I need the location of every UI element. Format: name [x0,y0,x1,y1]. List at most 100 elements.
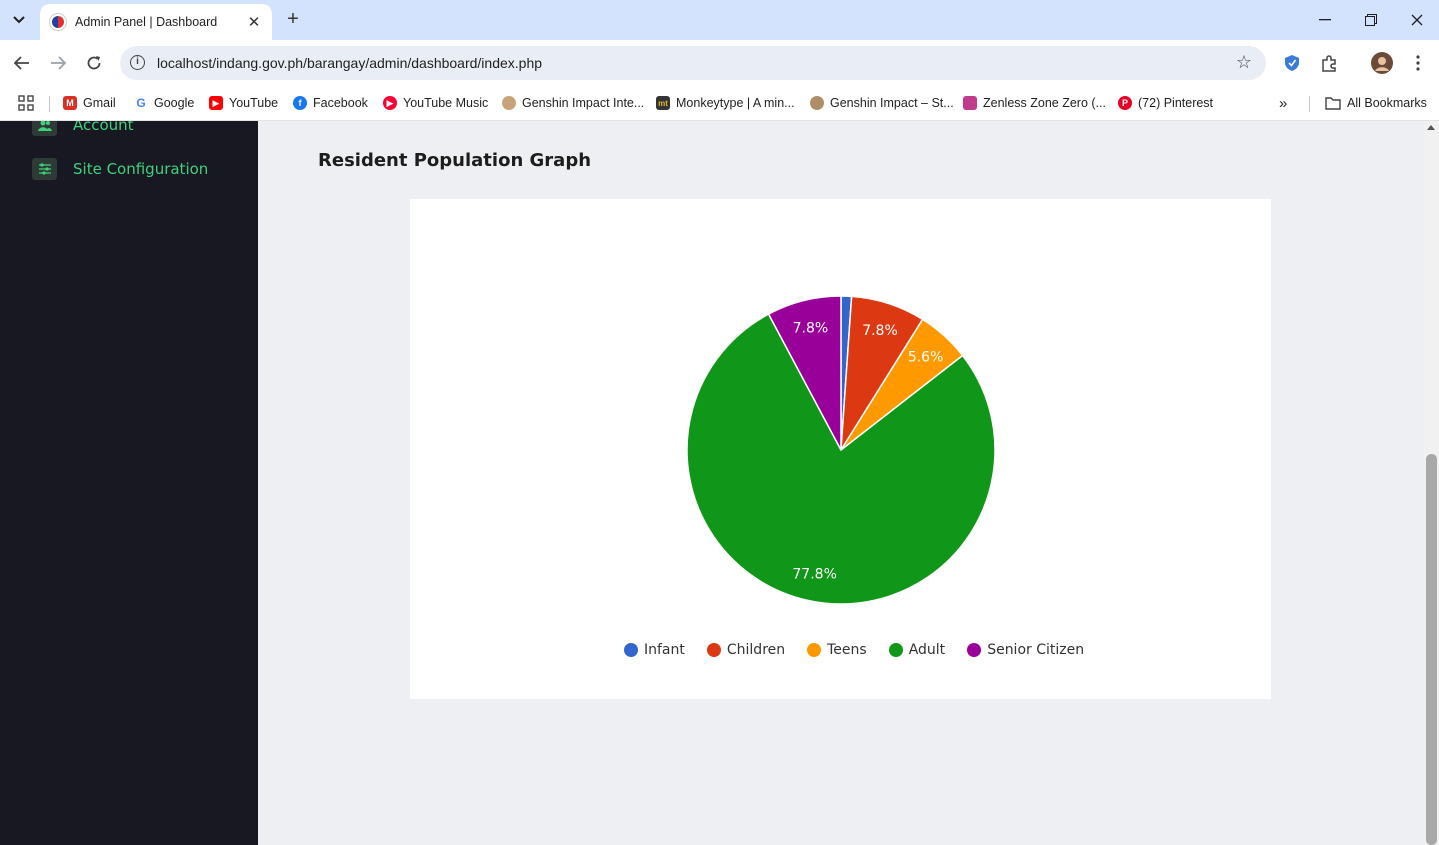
bookmark-label: Monkeytype | A min... [676,96,795,110]
pie-slice-label: 7.8% [862,323,898,339]
profile-avatar[interactable] [1371,52,1393,74]
bookmark-star-icon[interactable]: ☆ [1236,52,1252,73]
google-icon: G [134,96,148,110]
bookmark-label: Genshin Impact – St... [830,96,954,110]
active-tab[interactable]: Admin Panel | Dashboard ✕ [40,4,272,40]
users-icon [32,121,57,136]
monkeytype-icon: mt [656,96,670,110]
bookmark-genshin-2[interactable]: Genshin Impact – St... [810,94,954,112]
all-bookmarks-button[interactable]: All Bookmarks [1325,94,1427,112]
sidebar-item-label: Site Configuration [73,160,209,178]
browser-toolbar: i localhost/indang.gov.ph/barangay/admin… [0,40,1439,86]
legend-label: Children [726,642,786,658]
site-info-icon[interactable]: i [130,55,145,70]
legend-item-adult[interactable]: Adult [888,642,946,658]
legend-label: Infant [644,642,685,658]
shield-extension-icon[interactable] [1281,52,1303,74]
bookmark-google[interactable]: G Google [134,94,194,112]
legend-label: Teens [827,642,867,658]
arrow-left-icon [14,56,29,70]
genshin-icon [810,96,824,110]
bookmark-separator [1309,96,1310,112]
population-chart-card: 7.8% 5.6% 77.8% 7.8% Infant Children Teens Adu… [410,199,1271,699]
pie-chart: 7.8% 5.6% 77.8% 7.8% [686,295,996,605]
legend-item-children[interactable]: Children [706,642,786,658]
legend-label: Adult [908,642,946,658]
close-window-button[interactable] [1394,6,1439,34]
legend-marker [807,643,822,657]
bookmark-youtube[interactable]: ▶ YouTube [209,94,278,112]
bookmark-label: Google [154,96,195,110]
bookmark-label: Gmail [83,96,116,110]
bookmark-label: (72) Pinterest [1138,96,1214,110]
all-bookmarks-label: All Bookmarks [1347,96,1427,110]
bookmark-separator [49,96,50,112]
chart-legend: Infant Children Teens Adult Senior Citizen [624,642,1106,658]
pie-slice-label: 7.8% [793,320,829,336]
legend-item-senior-citizen[interactable]: Senior Citizen [967,642,1084,658]
bookmark-label: YouTube [229,96,279,110]
chevron-down-icon [13,16,25,24]
chevron-double-right-icon: » [1279,94,1288,112]
bookmark-label: Genshin Impact Inte... [522,96,645,110]
zzz-icon [963,96,977,110]
youtube-music-icon: ▶ [383,96,397,110]
back-button[interactable] [9,50,35,76]
page-viewport: Account Site Configuration Resident Popu… [0,121,1439,845]
scroll-up-arrow-icon[interactable] [1427,125,1435,130]
new-tab-button[interactable]: + [281,8,305,32]
bookmark-label: Zenless Zone Zero (... [983,96,1106,110]
folder-icon [1325,97,1341,110]
bookmark-genshin-1[interactable]: Genshin Impact Inte... [502,94,644,112]
legend-marker [967,643,982,657]
sliders-icon [32,158,57,180]
reload-button[interactable] [81,50,107,76]
minimize-button[interactable] [1302,6,1348,34]
tab-title: Admin Panel | Dashboard [75,15,218,29]
extensions-puzzle-icon[interactable] [1318,52,1340,74]
gmail-icon: M [63,96,77,110]
legend-item-infant[interactable]: Infant [624,642,685,658]
close-tab-icon[interactable]: ✕ [246,13,262,31]
youtube-icon: ▶ [209,96,223,110]
legend-marker [706,643,721,657]
page-scrollbar[interactable] [1424,121,1439,845]
bookmark-zzz[interactable]: Zenless Zone Zero (... [963,94,1106,112]
section-title: Resident Population Graph [318,150,592,171]
bookmark-monkeytype[interactable]: mt Monkeytype | A min... [656,94,795,112]
pinterest-icon: P [1118,96,1132,110]
sidebar-item-label: Account [73,121,134,134]
forward-button[interactable] [45,50,71,76]
arrow-right-icon [51,56,66,70]
facebook-icon: f [293,96,307,110]
sidebar: Account Site Configuration [0,121,258,845]
sidebar-item-site-configuration[interactable]: Site Configuration [32,156,208,182]
restore-icon [1365,14,1377,26]
scrollbar-thumb[interactable] [1426,454,1437,845]
minimize-icon [1319,19,1331,21]
address-bar[interactable]: i localhost/indang.gov.ph/barangay/admin… [120,46,1266,80]
bookmark-label: Facebook [313,96,368,110]
pie-slice-label: 77.8% [792,566,836,582]
more-bookmarks-button[interactable]: » [1279,94,1287,112]
close-icon [1411,14,1423,26]
apps-grid-icon [18,95,34,111]
sidebar-item-account[interactable]: Account [32,121,134,138]
apps-button[interactable] [18,94,34,112]
legend-item-teens[interactable]: Teens [807,642,867,658]
reload-icon [87,56,101,70]
bookmark-gmail[interactable]: M Gmail [63,94,116,112]
bookmark-pinterest[interactable]: P (72) Pinterest [1118,94,1213,112]
restore-button[interactable] [1348,6,1394,34]
site-favicon-icon [50,14,66,30]
tab-search-button[interactable] [6,7,32,33]
pie-slice-label: 5.6% [908,349,944,365]
bookmark-youtube-music[interactable]: ▶ YouTube Music [383,94,488,112]
legend-marker [624,643,638,657]
bookmark-facebook[interactable]: f Facebook [293,94,368,112]
url-text[interactable]: localhost/indang.gov.ph/barangay/admin/d… [157,55,542,71]
browser-menu-icon[interactable] [1407,52,1429,74]
genshin-icon [502,96,516,110]
tab-strip: Admin Panel | Dashboard ✕ + [0,0,1439,40]
bookmarks-bar: M Gmail G Google ▶ YouTube f Facebook ▶ YouTu… [0,86,1439,121]
